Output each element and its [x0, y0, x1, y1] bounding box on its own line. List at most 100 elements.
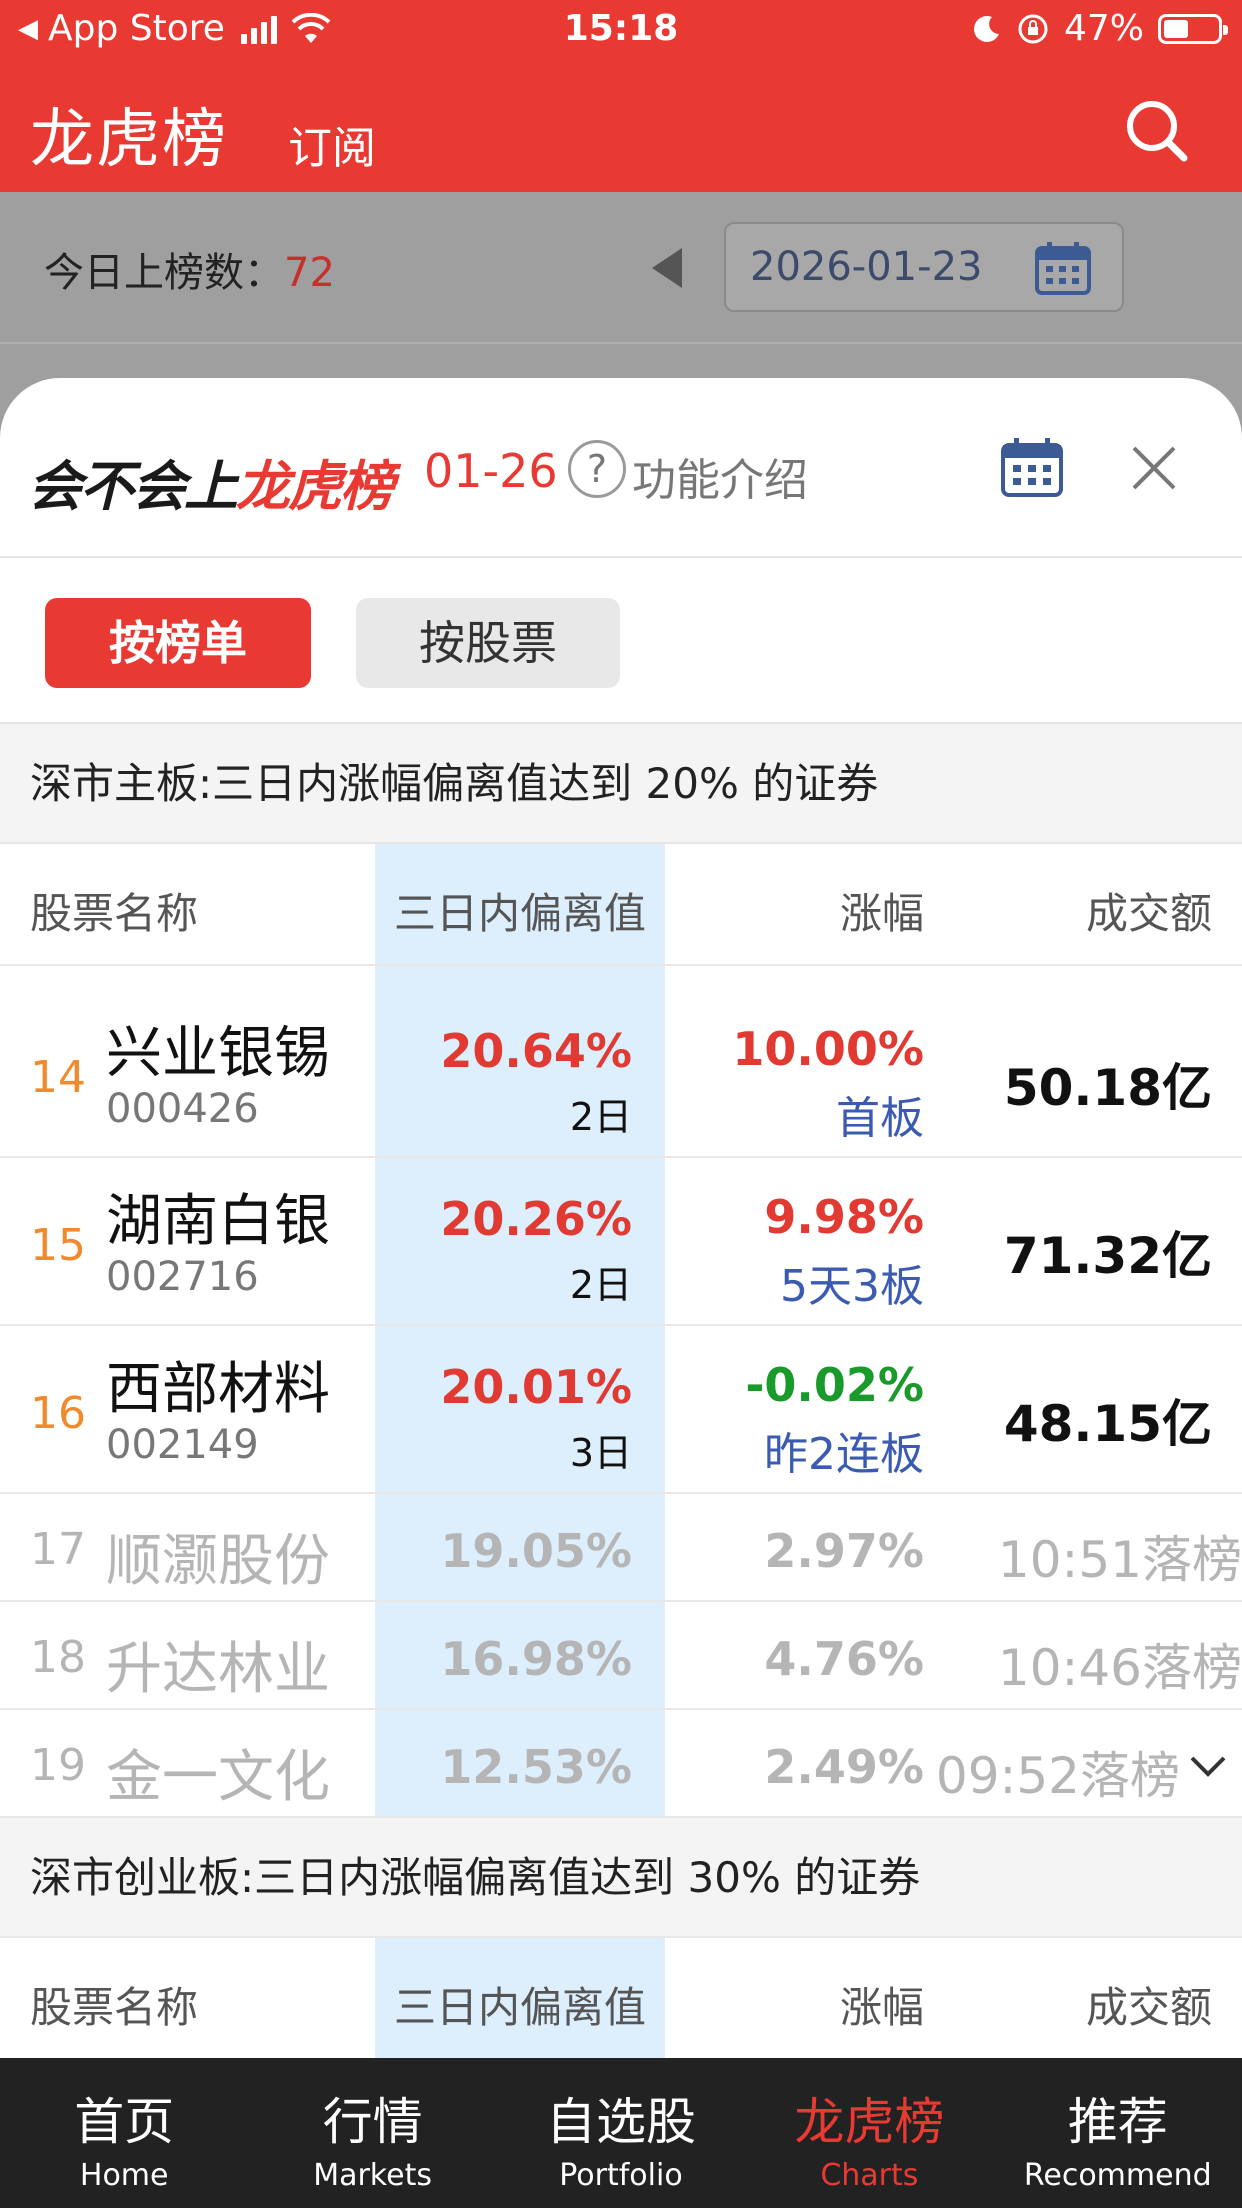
row-board-status: 首板	[836, 1093, 924, 1144]
sheet-header: 会不会上龙虎榜 01-26 ? 功能介绍	[0, 378, 1242, 558]
tab-portfolio[interactable]: 自选股 Portfolio	[497, 2058, 745, 2208]
help-icon[interactable]: ?	[568, 440, 626, 498]
column-header-row: 股票名称 三日内偏离值 涨幅 成交额	[0, 844, 1242, 966]
tab-charts-label: 龙虎榜	[794, 2093, 945, 2151]
tab-recommend-sublabel: Recommend	[1023, 2158, 1212, 2193]
row-change: 4.76%	[764, 1632, 924, 1686]
row-stock-name: 兴业银锡	[106, 1021, 330, 1086]
tab-charts[interactable]: 龙虎榜 Charts	[745, 2058, 993, 2208]
row-deviation: 20.64%	[440, 1024, 632, 1078]
sheet-title-black: 会不会上	[28, 455, 238, 518]
sheet-title: 会不会上龙虎榜	[28, 442, 394, 521]
row-days: 2日	[569, 1263, 632, 1307]
table-row-dropped[interactable]: 17 顺灏股份 19.05% 2.97% 10:51落榜	[0, 1494, 1242, 1602]
tab-charts-sublabel: Charts	[820, 2158, 919, 2193]
row-change: 9.98%	[764, 1190, 924, 1244]
date-text: 2026-01-23	[750, 244, 983, 290]
col-deviation[interactable]: 三日内偏离值	[375, 880, 665, 941]
sheet-date: 01-26	[424, 444, 558, 498]
feature-intro-link[interactable]: 功能介绍	[632, 444, 808, 508]
row-days: 2日	[569, 1095, 632, 1139]
sheet-title-red: 龙虎榜	[236, 455, 394, 518]
board-count-row: 今日上榜数：72 2026-01-23	[0, 192, 1242, 344]
table-row[interactable]: 15 湖南白银 002716 20.26% 2日 9.98% 5天3板 71.3…	[0, 1158, 1242, 1326]
tab-portfolio-label: 自选股	[545, 2093, 696, 2151]
col-stock-name[interactable]: 股票名称	[30, 880, 198, 941]
row-deviation: 19.05%	[440, 1524, 632, 1578]
row-days: 3日	[569, 1431, 632, 1475]
tab-markets[interactable]: 行情 Markets	[248, 2058, 496, 2208]
chevron-down-icon[interactable]	[1188, 1746, 1228, 1786]
table-row[interactable]: 16 西部材料 002149 20.01% 3日 -0.02% 昨2连板 48.…	[0, 1326, 1242, 1494]
row-rank: 19	[30, 1740, 86, 1791]
row-stock-code: 000426	[106, 1086, 259, 1132]
subscribe-link[interactable]: 订阅	[288, 112, 376, 176]
col-deviation[interactable]: 三日内偏离值	[375, 1974, 665, 2035]
col-change[interactable]: 涨幅	[840, 1974, 924, 2035]
battery-percent: 47%	[1063, 8, 1144, 49]
bottom-tab-bar: 首页 Home 行情 Markets 自选股 Portfolio 龙虎榜 Cha…	[0, 2058, 1242, 2208]
row-change: 2.97%	[764, 1524, 924, 1578]
date-picker[interactable]: 2026-01-23	[724, 222, 1124, 312]
calendar-icon	[1035, 242, 1091, 295]
row-deviation: 12.53%	[440, 1740, 632, 1794]
row-stock-name: 湖南白银	[106, 1189, 330, 1254]
row-rank: 17	[30, 1524, 86, 1575]
column-header-row-2: 股票名称 三日内偏离值 涨幅 成交额	[0, 1938, 1242, 2058]
table-row-dropped[interactable]: 18 升达林业 16.98% 4.76% 10:46落榜	[0, 1602, 1242, 1710]
tab-home-sublabel: Home	[79, 2158, 169, 2193]
row-stock-code: 002716	[106, 1254, 259, 1300]
search-icon[interactable]	[1122, 96, 1192, 166]
tab-recommend-label: 推荐	[1067, 2093, 1168, 2151]
row-stock-name: 西部材料	[106, 1357, 330, 1422]
row-deviation: 20.26%	[440, 1192, 632, 1246]
board-count-label: 今日上榜数：	[44, 250, 284, 296]
tab-markets-label: 行情	[322, 2093, 423, 2151]
tab-portfolio-sublabel: Portfolio	[559, 2158, 683, 2193]
row-board-status: 昨2连板	[764, 1429, 924, 1480]
row-turnover: 50.18亿	[1003, 1059, 1212, 1117]
board-count-value: 72	[284, 250, 335, 296]
section-title-sz-main: 深市主板:三日内涨幅偏离值达到 20% 的证券	[0, 724, 1242, 844]
row-deviation: 16.98%	[440, 1632, 632, 1686]
section-title-sz-gem: 深市创业板:三日内涨幅偏离值达到 30% 的证券	[0, 1818, 1242, 1938]
tab-by-stock[interactable]: 按股票	[356, 598, 620, 688]
tab-markets-sublabel: Markets	[313, 2158, 432, 2193]
page-title: 龙虎榜	[30, 103, 228, 177]
row-change: 10.00%	[732, 1022, 924, 1076]
prev-day-arrow-icon[interactable]	[652, 248, 682, 288]
col-turnover[interactable]: 成交额	[1086, 1974, 1212, 2035]
board-count: 今日上榜数：72	[44, 240, 335, 298]
tab-home-label: 首页	[74, 2093, 175, 2151]
row-rank: 16	[30, 1388, 86, 1439]
view-tabs: 按榜单 按股票	[0, 558, 1242, 724]
tab-home[interactable]: 首页 Home	[0, 2058, 248, 2208]
calendar-icon[interactable]	[1000, 436, 1064, 498]
col-turnover[interactable]: 成交额	[1086, 880, 1212, 941]
row-turnover: 71.32亿	[1003, 1227, 1212, 1285]
row-stock-name: 顺灏股份	[106, 1529, 330, 1594]
forecast-sheet: 会不会上龙虎榜 01-26 ? 功能介绍 按榜单 按股票 深市主板:三日内涨幅偏…	[0, 378, 1242, 2058]
row-rank: 14	[30, 1052, 86, 1103]
moon-icon	[973, 15, 999, 42]
status-bar: ◀ App Store 15:18 47%	[0, 0, 1242, 62]
col-change[interactable]: 涨幅	[840, 880, 924, 941]
row-change: -0.02%	[745, 1358, 924, 1412]
close-icon[interactable]	[1126, 440, 1182, 496]
tab-by-list[interactable]: 按榜单	[45, 598, 311, 688]
table-row-dropped[interactable]: 19 金一文化 12.53% 2.49% 09:52落榜	[0, 1710, 1242, 1818]
row-turnover: 48.15亿	[1003, 1395, 1212, 1453]
row-rank: 15	[30, 1220, 86, 1271]
table-row[interactable]: 14 兴业银锡 000426 20.64% 2日 10.00% 首板 50.18…	[0, 990, 1242, 1158]
row-board-status: 5天3板	[780, 1261, 924, 1312]
row-stock-name: 升达林业	[106, 1637, 330, 1702]
battery-level	[1164, 19, 1189, 38]
row-change: 2.49%	[764, 1740, 924, 1794]
row-dropped-time: 10:51落榜	[997, 1531, 1242, 1589]
col-stock-name[interactable]: 股票名称	[30, 1974, 198, 2035]
row-dropped-time: 09:52落榜	[935, 1747, 1180, 1805]
rotation-lock-icon	[1018, 14, 1048, 43]
row-dropped-time: 10:46落榜	[997, 1639, 1242, 1697]
tab-recommend[interactable]: 推荐 Recommend	[994, 2058, 1242, 2208]
row-deviation: 20.01%	[440, 1360, 632, 1414]
